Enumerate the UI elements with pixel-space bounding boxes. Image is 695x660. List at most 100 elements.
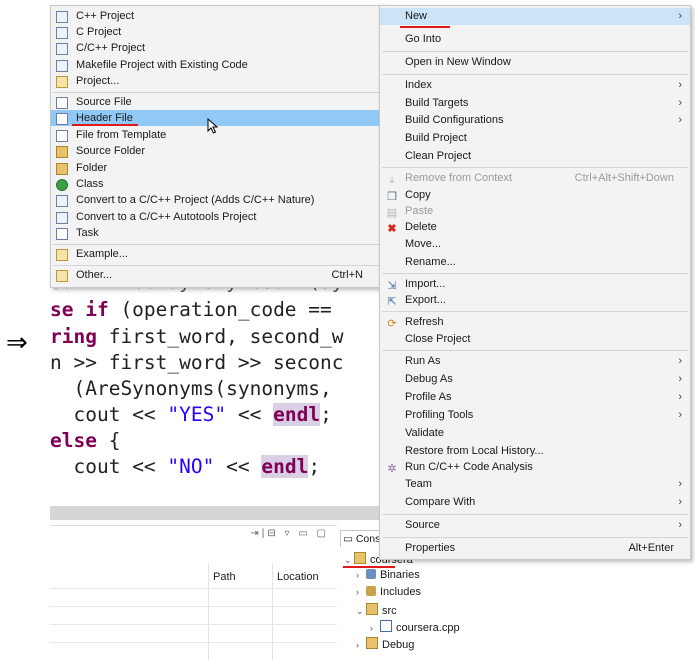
menu-item-profiling-tools[interactable]: Profiling Tools › [380, 407, 690, 424]
menu-item-convert-project[interactable]: Convert to a C/C++ Project (Adds C/C++ N… [51, 192, 381, 208]
menu-item-clean-project[interactable]: Clean Project [380, 148, 690, 165]
tree-item-debug[interactable]: › Debug [356, 637, 414, 651]
panel-toolbar-icons[interactable]: ⇥|⊟ ▿ ▭ ▢ [250, 528, 329, 539]
tree-item-coursera-cpp[interactable]: › coursera.cpp [370, 620, 460, 634]
folder-icon [56, 163, 68, 175]
file-template-icon [56, 130, 68, 142]
chevron-right-icon: › [678, 355, 682, 367]
code-line: cout << "YES" << endl; [73, 403, 332, 426]
menu-item-build-configurations[interactable]: Build Configurations › [380, 112, 690, 129]
menu-separator [53, 244, 379, 245]
menu-item-import[interactable]: ⇲ Import... [380, 276, 690, 293]
menu-item-c-project[interactable]: C Project [51, 24, 381, 40]
menu-separator [382, 350, 688, 351]
menu-separator [53, 92, 379, 93]
menu-item-makefile-project[interactable]: Makefile Project with Existing Code [51, 57, 381, 73]
menu-item-delete[interactable]: ✖ Delete [380, 219, 690, 236]
menu-item-cpp-project[interactable]: C++ Project [51, 8, 381, 24]
chevron-right-icon[interactable]: › [356, 570, 366, 580]
tree-item-includes[interactable]: › Includes [356, 586, 421, 598]
menu-item-project[interactable]: Project... [51, 73, 381, 89]
menu-item-code-analysis[interactable]: ✲ Run C/C++ Code Analysis [380, 459, 690, 476]
menu-item-folder[interactable]: Folder [51, 160, 381, 176]
bottom-panel: ⇥|⊟ ▿ ▭ ▢ Path Location [50, 525, 337, 660]
project-explorer: ⌄ coursera › Binaries › Includes ⌄ src › cour… [340, 527, 460, 659]
context-menu: New › Go Into Open in New Window Index › B… [379, 5, 691, 560]
chevron-right-icon: › [678, 519, 682, 531]
menu-item-compare-with[interactable]: Compare With › [380, 494, 690, 511]
menu-item-team[interactable]: Team › [380, 476, 690, 493]
source-folder-icon [56, 146, 68, 158]
menu-item-source-file[interactable]: Source File [51, 94, 381, 110]
menu-item-index[interactable]: Index › [380, 77, 690, 94]
menu-item-source[interactable]: Source › [380, 517, 690, 534]
convert-icon [56, 195, 68, 207]
menu-item-task[interactable]: Task [51, 225, 381, 241]
editor-scrollbar[interactable] [50, 506, 380, 520]
annotation-underline [343, 566, 395, 568]
cc-project-icon [56, 43, 68, 55]
cpp-file-icon [380, 620, 392, 632]
chevron-right-icon: › [678, 409, 682, 421]
menu-item-build-project[interactable]: Build Project [380, 130, 690, 147]
menu-item-refresh[interactable]: ⟳ Refresh [380, 314, 690, 331]
code-line: ring first_word, second_w [50, 325, 344, 348]
menu-item-copy[interactable]: ❐ Copy [380, 187, 690, 204]
table-row [50, 588, 337, 589]
code-line: se if (operation_code == [50, 298, 332, 321]
chevron-down-icon[interactable]: ⌄ [344, 555, 354, 566]
menu-item-properties[interactable]: Properties Alt+Enter [380, 540, 690, 557]
menu-separator [382, 273, 688, 274]
menu-item-export[interactable]: ⇱ Export... [380, 292, 690, 309]
menu-item-restore-history[interactable]: Restore from Local History... [380, 443, 690, 460]
chevron-right-icon: › [678, 114, 682, 126]
column-header-path[interactable]: Path [213, 571, 236, 583]
menu-item-close-project[interactable]: Close Project [380, 331, 690, 348]
menu-item-move[interactable]: Move... [380, 236, 690, 253]
export-icon: ⇱ [387, 296, 397, 308]
menu-item-class[interactable]: Class [51, 176, 381, 192]
menu-item-cc-project[interactable]: C/C++ Project [51, 40, 381, 56]
menu-item-rename[interactable]: Rename... [380, 254, 690, 271]
source-folder-icon [366, 603, 378, 615]
menu-separator [53, 265, 379, 266]
new-submenu: C++ Project C Project C/C++ Project Make… [50, 5, 382, 288]
chevron-right-icon: › [678, 10, 682, 22]
tree-item-src[interactable]: ⌄ src [356, 603, 397, 617]
tree-item-binaries[interactable]: › Binaries [356, 569, 420, 581]
menu-item-source-folder[interactable]: Source Folder [51, 143, 381, 159]
menu-item-build-targets[interactable]: Build Targets › [380, 95, 690, 112]
project-icon [56, 76, 68, 88]
includes-icon [366, 586, 376, 596]
menu-separator [382, 311, 688, 312]
menu-item-convert-autotools[interactable]: Convert to a C/C++ Autotools Project [51, 209, 381, 225]
chevron-right-icon[interactable]: › [356, 587, 366, 597]
chevron-right-icon[interactable]: › [356, 640, 366, 650]
annotation-underline [72, 124, 138, 126]
menu-separator [382, 74, 688, 75]
chevron-down-icon[interactable]: ⌄ [356, 606, 366, 617]
chevron-right-icon: › [678, 373, 682, 385]
source-file-icon [56, 97, 68, 109]
menu-separator [382, 51, 688, 52]
code-line: n >> first_word >> seconc [50, 351, 344, 374]
menu-item-other[interactable]: Other... Ctrl+N [51, 267, 381, 283]
column-header-location[interactable]: Location [277, 571, 319, 583]
menu-item-go-into[interactable]: Go Into [380, 31, 690, 48]
code-line: cout << "NO" << endl; [73, 455, 321, 478]
code-line: (AreSynonyms(synonyms, [50, 377, 344, 400]
makefile-project-icon [56, 60, 68, 72]
column-divider [272, 564, 273, 660]
binaries-icon [366, 569, 376, 579]
menu-item-open-new-window[interactable]: Open in New Window [380, 54, 690, 71]
menu-item-example[interactable]: Example... [51, 246, 381, 262]
menu-item-profile-as[interactable]: Profile As › [380, 389, 690, 406]
task-icon [56, 228, 68, 240]
chevron-right-icon: › [678, 79, 682, 91]
menu-item-debug-as[interactable]: Debug As › [380, 371, 690, 388]
code-editor[interactable]: out << GetSynonymCount(syn se if (operat… [50, 276, 380, 506]
menu-item-run-as[interactable]: Run As › [380, 353, 690, 370]
menu-item-new[interactable]: New › [380, 8, 690, 25]
chevron-right-icon[interactable]: › [370, 623, 380, 633]
menu-item-validate[interactable]: Validate [380, 425, 690, 442]
